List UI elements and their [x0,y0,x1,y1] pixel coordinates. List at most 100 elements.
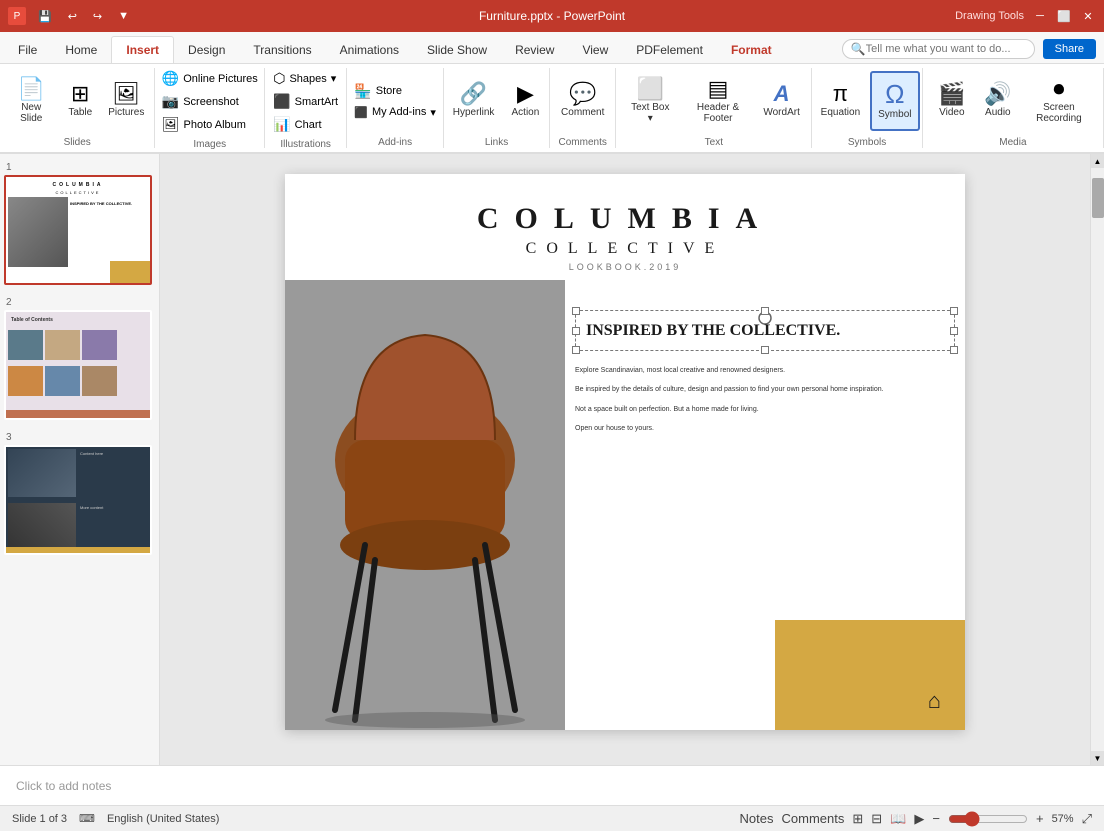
tab-review[interactable]: Review [501,37,568,63]
ribbon-group-slides: 📄 New Slide ⊞ Table 🖼 Pictures Slides [0,68,155,148]
quick-undo[interactable]: ↩ [64,8,81,25]
tab-home[interactable]: Home [51,37,111,63]
handle-tr[interactable] [950,307,958,315]
quick-redo[interactable]: ↪ [89,8,106,25]
handle-bm[interactable] [761,346,769,354]
ribbon-group-media: 🎬 Video 🔊 Audio ⏺ Screen Recording Media [923,68,1104,148]
search-box[interactable]: 🔍 [842,39,1035,59]
photo-album-button[interactable]: 🖼 Photo Album [158,114,262,135]
slides-group-label: Slides [64,133,91,148]
ribbon-group-images: 🌐 Online Pictures 📷 Screenshot 🖼 Photo A… [155,68,265,148]
tab-animations[interactable]: Animations [326,37,413,63]
zoom-out-icon[interactable]: − [932,811,940,826]
tab-file[interactable]: File [4,37,51,63]
drawing-tools-label: Drawing Tools [955,10,1024,22]
comment-button[interactable]: 💬 Comment [555,71,610,131]
slide-number-1: 1 [6,162,155,173]
action-icon: ▶ [517,83,534,105]
audio-icon: 🔊 [984,83,1011,105]
symbol-button[interactable]: Ω Symbol [870,71,919,131]
header-footer-button[interactable]: ▤ Header & Footer [680,71,756,131]
video-button[interactable]: 🎬 Video [931,71,973,131]
tab-format[interactable]: Format [717,37,786,63]
slideshow-button[interactable]: ▶ [914,811,924,827]
reading-view-button[interactable]: 📖 [890,811,906,827]
textbox-dropdown-icon: ▾ [648,113,653,124]
slide-image-1[interactable]: COLUMBIA COLLECTIVE INSPIRED BY THE COLL… [4,175,152,285]
handle-tm[interactable] [761,307,769,315]
share-button[interactable]: Share [1043,39,1096,59]
shapes-icon: ⬡ [273,70,285,87]
symbols-group-label: Symbols [848,133,886,148]
header-footer-icon: ▤ [708,78,729,100]
notes-button[interactable]: Notes [740,811,774,826]
screen-recording-icon: ⏺ [1053,78,1064,100]
body-text-1: Explore Scandinavian, most local creativ… [575,365,955,376]
my-addins-button[interactable]: ⬛ My Add-ins ▾ [350,104,440,121]
normal-view-button[interactable]: ⊞ [852,811,863,827]
gold-bar: ⌂ [775,620,965,730]
online-pictures-button[interactable]: 🌐 Online Pictures [158,68,262,89]
chart-button[interactable]: 📊 Chart [269,114,342,135]
slide-sorter-button[interactable]: ⊟ [871,811,882,827]
slide-thumbnail-1[interactable]: 1 COLUMBIA COLLECTIVE INSPIRED BY THE CO… [4,162,155,285]
tab-design[interactable]: Design [174,37,239,63]
store-icon: 🏪 [354,83,371,100]
handle-ml[interactable] [572,327,580,335]
quick-save[interactable]: 💾 [34,8,56,25]
scroll-down-button[interactable]: ▼ [1091,751,1104,765]
restore-button[interactable]: ⬜ [1056,8,1072,24]
slide-image-2[interactable]: Table of Contents [4,310,152,420]
handle-mr[interactable] [950,327,958,335]
slide-thumbnail-2[interactable]: 2 Table of Contents [4,297,155,420]
comments-button[interactable]: Comments [782,811,845,826]
tab-insert[interactable]: Insert [111,36,174,63]
tab-slideshow[interactable]: Slide Show [413,37,501,63]
tab-pdfelement[interactable]: PDFelement [622,37,717,63]
slide-image-3[interactable]: Content here More content [4,445,152,555]
slide-canvas-main[interactable]: COLUMBIA COLLECTIVE LOOKBOOK.2019 [285,174,965,730]
fit-slide-button[interactable]: ⤢ [1082,811,1092,827]
notes-placeholder: Click to add notes [16,779,111,793]
close-button[interactable]: ✕ [1080,8,1096,24]
scroll-thumb[interactable] [1092,178,1104,218]
notes-area[interactable]: Click to add notes [0,765,1104,805]
title-bar: P 💾 ↩ ↪ ▼ Furniture.pptx - PowerPoint Dr… [0,0,1104,32]
scroll-track[interactable] [1091,168,1104,751]
handle-bl[interactable] [572,346,580,354]
new-slide-button[interactable]: 📄 New Slide [7,71,55,131]
pictures-button[interactable]: 🖼 Pictures [105,71,147,131]
screenshot-button[interactable]: 📷 Screenshot [158,91,262,112]
quick-customize[interactable]: ▼ [114,8,133,24]
table-button[interactable]: ⊞ Table [59,71,101,131]
text-group-label: Text [705,133,723,148]
wordart-button[interactable]: A WordArt [760,71,803,131]
illustrations-group-label: Illustrations [280,135,331,150]
tab-view[interactable]: View [568,37,622,63]
minimize-button[interactable]: ─ [1032,8,1048,24]
vertical-scrollbar[interactable]: ▲ ▼ [1090,154,1104,765]
zoom-slider[interactable] [948,811,1028,827]
links-group-items: 🔗 Hyperlink ▶ Action [447,68,547,133]
text-selection-box[interactable]: INSPIRED BY THE COLLECTIVE. [575,310,955,351]
addins-group-items: 🏪 Store ⬛ My Add-ins ▾ [350,68,440,133]
hyperlink-button[interactable]: 🔗 Hyperlink [447,71,501,131]
smartart-button[interactable]: ⬛ SmartArt [269,91,342,112]
screen-recording-button[interactable]: ⏺ Screen Recording [1023,71,1095,131]
textbox-icon: ⬜ [637,78,664,100]
scroll-up-button[interactable]: ▲ [1091,154,1104,168]
audio-button[interactable]: 🔊 Audio [977,71,1019,131]
slide-title: COLUMBIA [285,202,965,236]
equation-button[interactable]: π Equation [815,71,866,131]
handle-tl[interactable] [572,307,580,315]
symbol-icon: Ω [885,81,904,107]
shapes-button[interactable]: ⬡ Shapes ▾ [269,68,342,89]
slide-thumbnail-3[interactable]: 3 Content here [4,432,155,555]
handle-br[interactable] [950,346,958,354]
action-button[interactable]: ▶ Action [504,71,546,131]
store-button[interactable]: 🏪 Store [350,81,440,102]
zoom-in-icon[interactable]: + [1036,811,1044,826]
textbox-button[interactable]: ⬜ Text Box ▾ [624,71,676,131]
tab-transitions[interactable]: Transitions [239,37,325,63]
search-input[interactable] [866,43,1026,55]
